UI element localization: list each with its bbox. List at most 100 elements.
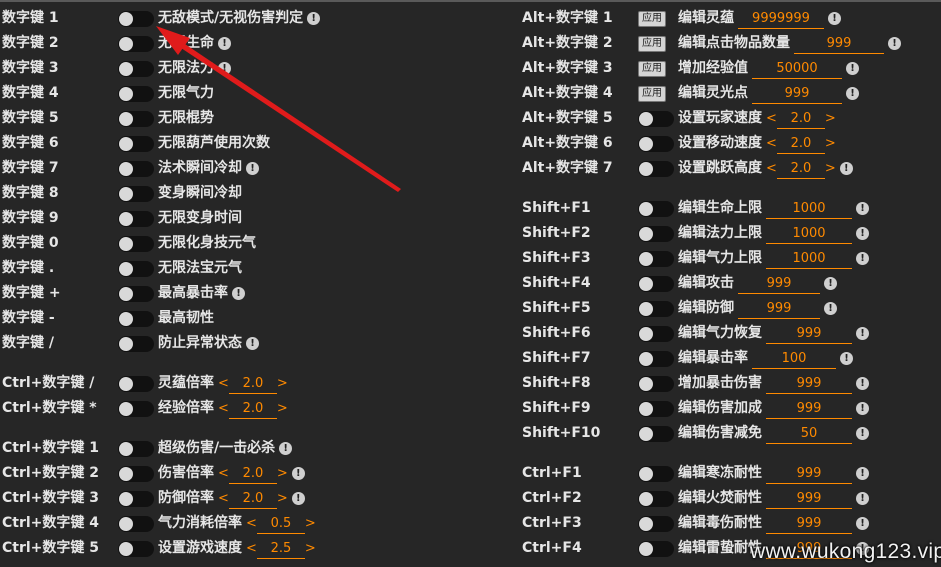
toggle-switch[interactable] — [638, 161, 674, 177]
toggle-switch[interactable] — [118, 86, 154, 102]
apply-button[interactable]: 应用 — [638, 61, 666, 77]
toggle-switch[interactable] — [638, 401, 674, 417]
value-input[interactable]: 999 — [752, 85, 842, 104]
info-icon[interactable]: ! — [846, 87, 859, 100]
toggle-switch[interactable] — [118, 441, 154, 457]
toggle-switch[interactable] — [638, 301, 674, 317]
increase-arrow-icon[interactable]: > — [277, 401, 288, 416]
toggle-switch[interactable] — [118, 61, 154, 77]
info-icon[interactable]: ! — [856, 492, 869, 505]
decrease-arrow-icon[interactable]: < — [766, 161, 777, 176]
toggle-switch[interactable] — [638, 136, 674, 152]
value-input[interactable]: 1000 — [766, 225, 852, 244]
toggle-switch[interactable] — [118, 466, 154, 482]
decrease-arrow-icon[interactable]: < — [766, 136, 777, 151]
info-icon[interactable]: ! — [856, 327, 869, 340]
toggle-switch[interactable] — [638, 376, 674, 392]
info-icon[interactable]: ! — [824, 277, 837, 290]
toggle-switch[interactable] — [118, 376, 154, 392]
decrease-arrow-icon[interactable]: < — [246, 516, 257, 531]
value-input[interactable]: 999 — [766, 465, 852, 484]
toggle-switch[interactable] — [638, 491, 674, 507]
decrease-arrow-icon[interactable]: < — [218, 401, 229, 416]
value-input[interactable]: 999 — [738, 300, 820, 319]
toggle-switch[interactable] — [638, 516, 674, 532]
info-icon[interactable]: ! — [279, 442, 293, 455]
info-icon[interactable]: ! — [856, 252, 869, 265]
info-icon[interactable]: ! — [824, 302, 837, 315]
info-icon[interactable]: ! — [856, 427, 869, 440]
decrease-arrow-icon[interactable]: < — [218, 466, 229, 481]
info-icon[interactable]: ! — [856, 467, 869, 480]
info-icon[interactable]: ! — [856, 377, 869, 390]
info-icon[interactable]: ! — [291, 467, 305, 480]
increase-arrow-icon[interactable]: > — [825, 136, 836, 151]
toggle-switch[interactable] — [118, 401, 154, 417]
toggle-switch[interactable] — [638, 326, 674, 342]
value-input[interactable]: 9999999 — [738, 10, 824, 29]
info-icon[interactable]: ! — [856, 517, 869, 530]
info-icon[interactable]: ! — [246, 162, 259, 175]
value-input[interactable]: 999 — [738, 275, 820, 294]
value-input[interactable]: 1000 — [766, 200, 852, 219]
toggle-switch[interactable] — [118, 491, 154, 507]
toggle-switch[interactable] — [118, 111, 154, 127]
apply-button[interactable]: 应用 — [638, 36, 666, 52]
info-icon[interactable]: ! — [839, 162, 853, 175]
increase-arrow-icon[interactable]: > — [825, 161, 836, 176]
increase-arrow-icon[interactable]: > — [277, 376, 288, 391]
apply-button[interactable]: 应用 — [638, 11, 666, 27]
toggle-switch[interactable] — [118, 311, 154, 327]
toggle-switch[interactable] — [118, 36, 154, 52]
increase-arrow-icon[interactable]: > — [277, 466, 288, 481]
toggle-switch[interactable] — [118, 261, 154, 277]
info-icon[interactable]: ! — [828, 12, 841, 25]
value-input[interactable]: 100 — [752, 350, 836, 369]
value-input[interactable]: 50 — [766, 425, 852, 444]
increase-arrow-icon[interactable]: > — [277, 491, 288, 506]
toggle-switch[interactable] — [638, 426, 674, 442]
info-icon[interactable]: ! — [291, 492, 305, 505]
toggle-switch[interactable] — [118, 186, 154, 202]
value-input[interactable]: 999 — [766, 375, 852, 394]
toggle-switch[interactable] — [638, 201, 674, 217]
toggle-switch[interactable] — [118, 541, 154, 557]
info-icon[interactable]: ! — [246, 337, 259, 350]
value-input[interactable]: 999 — [794, 35, 884, 54]
value-input[interactable]: 999 — [766, 325, 852, 344]
value-input[interactable]: 1000 — [766, 250, 852, 269]
info-icon[interactable]: ! — [846, 62, 859, 75]
toggle-switch[interactable] — [118, 161, 154, 177]
toggle-switch[interactable] — [638, 276, 674, 292]
info-icon[interactable]: ! — [856, 202, 869, 215]
decrease-arrow-icon[interactable]: < — [218, 376, 229, 391]
toggle-switch[interactable] — [638, 466, 674, 482]
decrease-arrow-icon[interactable]: < — [246, 541, 257, 556]
toggle-switch[interactable] — [118, 516, 154, 532]
decrease-arrow-icon[interactable]: < — [766, 111, 777, 126]
value-input[interactable]: 999 — [766, 490, 852, 509]
toggle-switch[interactable] — [118, 136, 154, 152]
toggle-switch[interactable] — [638, 541, 674, 557]
toggle-switch[interactable] — [638, 226, 674, 242]
toggle-switch[interactable] — [638, 251, 674, 267]
increase-arrow-icon[interactable]: > — [305, 541, 316, 556]
toggle-switch[interactable] — [638, 351, 674, 367]
toggle-switch[interactable] — [118, 11, 154, 27]
toggle-switch[interactable] — [118, 336, 154, 352]
info-icon[interactable]: ! — [232, 287, 245, 300]
increase-arrow-icon[interactable]: > — [825, 111, 836, 126]
info-icon[interactable]: ! — [307, 12, 321, 25]
info-icon[interactable]: ! — [218, 37, 231, 50]
toggle-switch[interactable] — [118, 286, 154, 302]
decrease-arrow-icon[interactable]: < — [218, 491, 229, 506]
value-input[interactable]: 50000 — [752, 60, 842, 79]
info-icon[interactable]: ! — [856, 402, 869, 415]
toggle-switch[interactable] — [118, 211, 154, 227]
info-icon[interactable]: ! — [218, 62, 231, 75]
increase-arrow-icon[interactable]: > — [305, 516, 316, 531]
info-icon[interactable]: ! — [840, 352, 853, 365]
apply-button[interactable]: 应用 — [638, 86, 666, 102]
toggle-switch[interactable] — [118, 236, 154, 252]
info-icon[interactable]: ! — [856, 227, 869, 240]
